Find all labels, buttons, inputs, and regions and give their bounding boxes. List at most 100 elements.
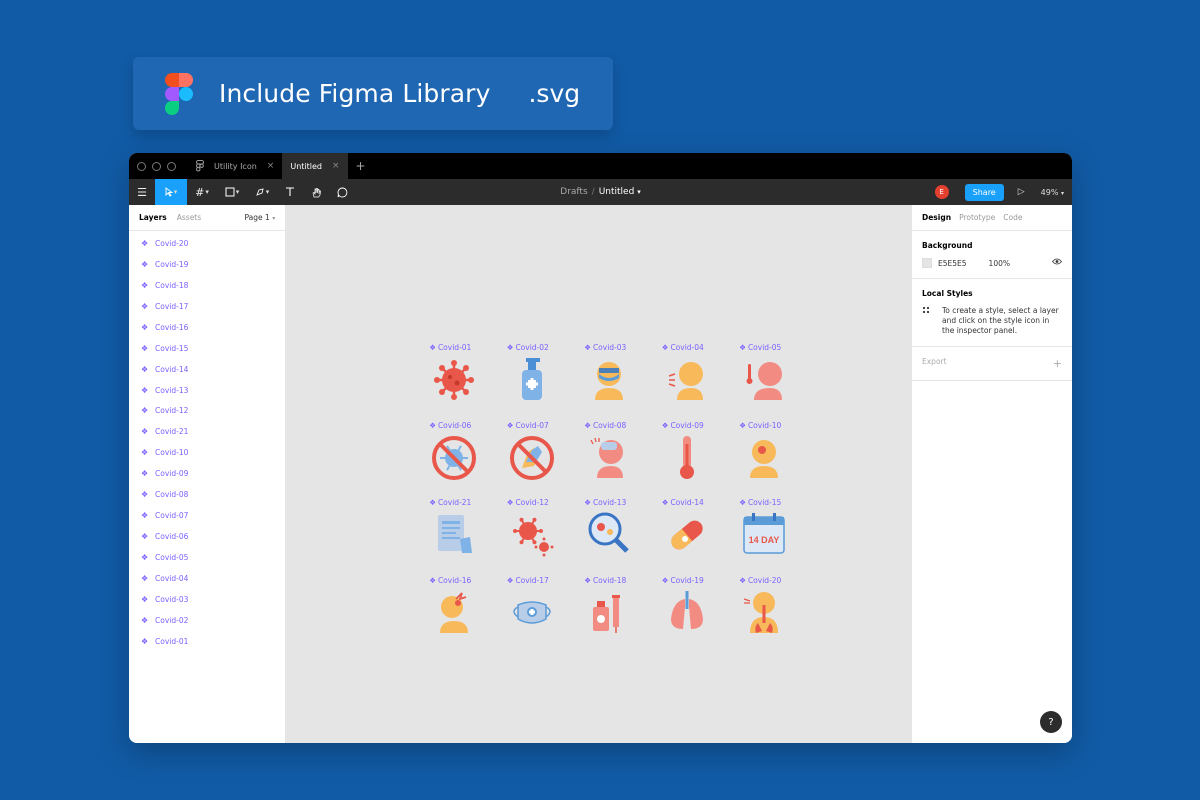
- icon-component[interactable]: ❖ Covid-15 14 DAY: [737, 495, 815, 573]
- icon-component[interactable]: ❖ Covid-06: [427, 418, 505, 496]
- pen-tool-button[interactable]: ▾: [247, 179, 277, 205]
- move-tool-button[interactable]: ▾: [155, 179, 187, 205]
- canvas[interactable]: ❖ Covid-01 ❖ Covid-02 ❖ Covid-03 ❖ Covid-04 ❖ Cov…: [286, 205, 911, 743]
- close-tab-icon[interactable]: ×: [332, 161, 340, 171]
- layer-item[interactable]: ❖ Covid-17: [129, 296, 285, 317]
- icon-component[interactable]: ❖ Covid-08: [582, 418, 660, 496]
- layer-item[interactable]: ❖ Covid-12: [129, 401, 285, 422]
- hand-tool-icon[interactable]: [303, 179, 329, 205]
- icon-component[interactable]: ❖ Covid-17: [505, 573, 583, 651]
- infected-head-icon: [750, 439, 779, 478]
- help-button[interactable]: ?: [1040, 711, 1062, 733]
- component-label: ❖ Covid-21: [429, 498, 472, 507]
- eye-icon[interactable]: [1051, 258, 1063, 268]
- icon-component[interactable]: ❖ Covid-19: [660, 573, 738, 651]
- component-label: ❖ Covid-15: [739, 498, 782, 507]
- layer-label: Covid-14: [155, 364, 189, 374]
- share-button[interactable]: Share: [964, 183, 1004, 201]
- icon-component[interactable]: ❖ Covid-04: [660, 340, 738, 418]
- icon-component[interactable]: ❖ Covid-09: [660, 418, 738, 496]
- tab-code[interactable]: Code: [1003, 213, 1022, 222]
- layer-item[interactable]: ❖ Covid-18: [129, 275, 285, 296]
- style-icon: [922, 306, 942, 336]
- icon-component[interactable]: ❖ Covid-10: [737, 418, 815, 496]
- present-play-icon[interactable]: ▷: [1018, 187, 1025, 197]
- layer-label: Covid-06: [155, 532, 189, 542]
- face-mask-icon: [512, 600, 551, 624]
- main-menu-icon[interactable]: ☰: [129, 179, 155, 205]
- layer-item[interactable]: ❖ Covid-08: [129, 484, 285, 505]
- file-name[interactable]: Untitled: [599, 187, 635, 197]
- tab-prototype[interactable]: Prototype: [959, 213, 995, 222]
- layer-item[interactable]: ❖ Covid-16: [129, 317, 285, 338]
- layer-item[interactable]: ❖ Covid-07: [129, 505, 285, 526]
- tab-label: Untitled: [290, 161, 322, 171]
- layer-item[interactable]: ❖ Covid-01: [129, 631, 285, 652]
- minimize-window-button[interactable]: [152, 161, 161, 171]
- layer-item[interactable]: ❖ Covid-03: [129, 589, 285, 610]
- text-tool-button[interactable]: [277, 179, 303, 205]
- icon-component[interactable]: ❖ Covid-05: [737, 340, 815, 418]
- layer-item[interactable]: ❖ Covid-19: [129, 254, 285, 275]
- layer-item[interactable]: ❖ Covid-02: [129, 610, 285, 631]
- icon-component[interactable]: ❖ Covid-14: [660, 495, 738, 573]
- design-panel: Design Prototype Code Background E5E5E5 …: [911, 205, 1072, 743]
- layer-item[interactable]: ❖ Covid-10: [129, 442, 285, 463]
- new-tab-icon[interactable]: +: [356, 159, 366, 173]
- layer-item[interactable]: ❖ Covid-14: [129, 359, 285, 380]
- avatar[interactable]: E: [934, 185, 949, 199]
- layer-item[interactable]: ❖ Covid-20: [129, 233, 285, 254]
- page-selector[interactable]: Page 1 ▾: [244, 213, 275, 222]
- toolbar: ☰ ▾ # ▾ ▾ ▾ Drafts / Untitled ▾ E Share ▷ 4…: [129, 179, 1072, 205]
- layer-item[interactable]: ❖ Covid-06: [129, 526, 285, 547]
- icon-component[interactable]: ❖ Covid-16: [427, 573, 505, 651]
- background-row: E5E5E5 100%: [922, 258, 1063, 268]
- zoom-dropdown[interactable]: 49% ▾: [1041, 188, 1064, 197]
- icon-component[interactable]: ❖ Covid-21: [427, 495, 505, 573]
- tab-utility-icon[interactable]: Utility Icon ×: [206, 153, 282, 179]
- no-virus-icon: [432, 435, 477, 480]
- component-name: Covid-20: [747, 575, 782, 585]
- component-label: ❖ Covid-14: [661, 498, 704, 507]
- icon-component[interactable]: ❖ Covid-18: [582, 573, 660, 651]
- background-hex[interactable]: E5E5E5: [938, 259, 967, 268]
- icon-component[interactable]: ❖ Covid-03: [582, 340, 660, 418]
- layer-item[interactable]: ❖ Covid-09: [129, 463, 285, 484]
- icon-grid: ❖ Covid-01 ❖ Covid-02 ❖ Covid-03 ❖ Covid-04 ❖ Cov…: [427, 340, 815, 650]
- maximize-window-button[interactable]: [167, 161, 176, 171]
- component-icon: ❖: [141, 636, 149, 646]
- layer-item[interactable]: ❖ Covid-05: [129, 547, 285, 568]
- background-swatch[interactable]: [922, 258, 932, 268]
- layer-item[interactable]: ❖ Covid-13: [129, 380, 285, 401]
- add-export-icon[interactable]: +: [1053, 357, 1062, 370]
- component-name: Covid-17: [515, 575, 549, 585]
- tab-untitled[interactable]: Untitled ×: [282, 153, 348, 179]
- layer-label: Covid-18: [155, 280, 189, 290]
- component-label: ❖ Covid-04: [661, 343, 704, 352]
- tab-assets[interactable]: Assets: [177, 213, 201, 222]
- comment-tool-icon[interactable]: [329, 179, 355, 205]
- icon-component[interactable]: ❖ Covid-01: [427, 340, 505, 418]
- tab-design[interactable]: Design: [922, 213, 951, 222]
- close-tab-icon[interactable]: ×: [267, 161, 275, 171]
- icon-component[interactable]: ❖ Covid-20: [737, 573, 815, 651]
- layer-item[interactable]: ❖ Covid-21: [129, 421, 285, 442]
- tab-layers[interactable]: Layers: [139, 213, 167, 222]
- figma-home-icon[interactable]: [196, 160, 206, 172]
- component-name: Covid-09: [670, 420, 704, 430]
- icon-component[interactable]: ❖ Covid-13: [582, 495, 660, 573]
- layer-item[interactable]: ❖ Covid-04: [129, 568, 285, 589]
- close-window-button[interactable]: [137, 161, 146, 171]
- background-opacity[interactable]: 100%: [989, 259, 1010, 268]
- icon-component[interactable]: ❖ Covid-02: [505, 340, 583, 418]
- layer-label: Covid-02: [155, 615, 189, 625]
- icon-component[interactable]: ❖ Covid-07: [505, 418, 583, 496]
- frame-tool-button[interactable]: # ▾: [187, 179, 217, 205]
- sanitizer-icon: [521, 358, 542, 400]
- shape-tool-button[interactable]: ▾: [217, 179, 247, 205]
- layer-label: Covid-21: [155, 427, 189, 437]
- breadcrumb-parent[interactable]: Drafts: [560, 187, 587, 197]
- icon-component[interactable]: ❖ Covid-12: [505, 495, 583, 573]
- layer-item[interactable]: ❖ Covid-15: [129, 338, 285, 359]
- layer-label: Covid-20: [155, 238, 189, 248]
